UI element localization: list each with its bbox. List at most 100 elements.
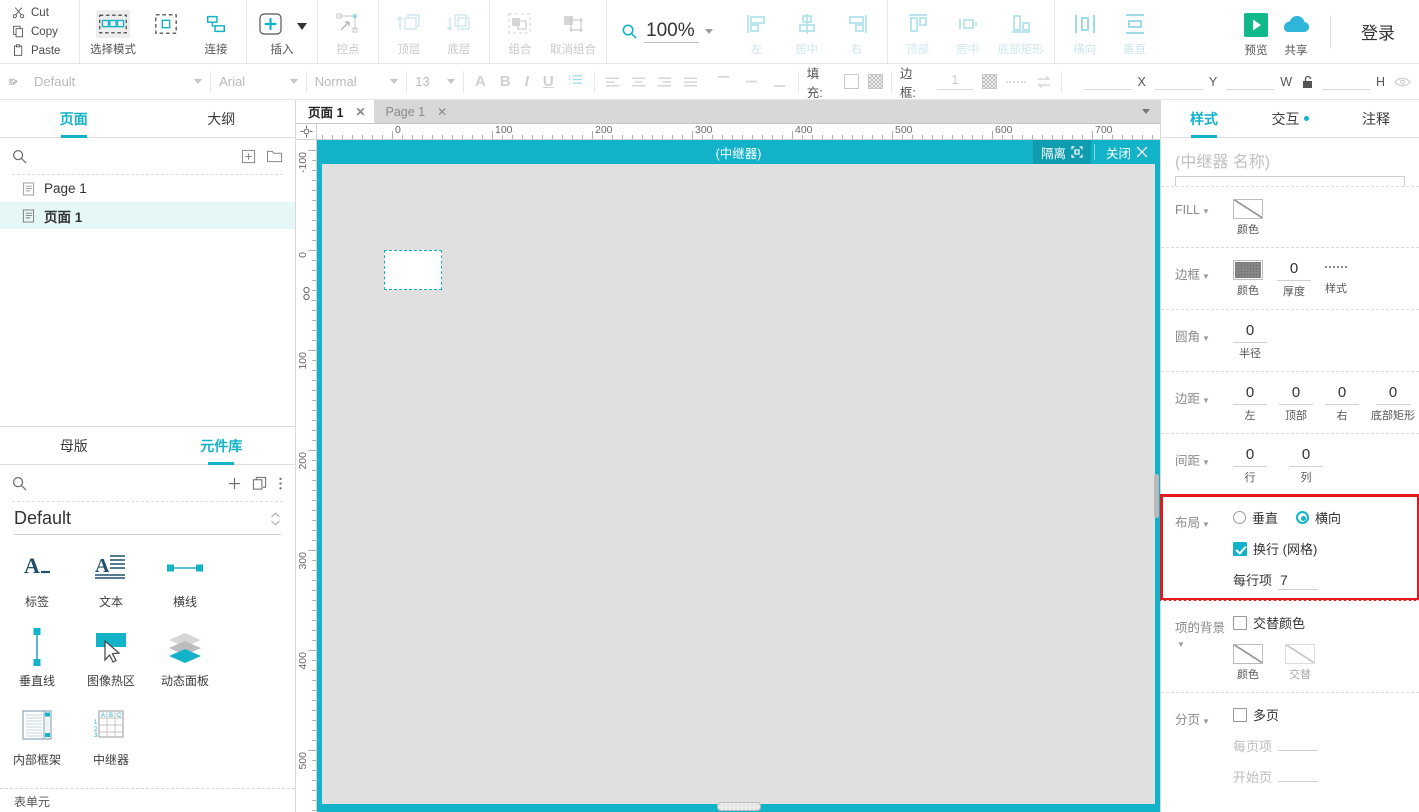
font-size-select[interactable]: 13 (407, 64, 463, 100)
widget-dynamic-panel[interactable]: 动态面板 (148, 624, 222, 689)
widget-name-input[interactable]: (中继器 名称) (1161, 138, 1419, 176)
item-bg-alt-field[interactable]: 交替 (1285, 644, 1315, 682)
cut-button[interactable]: Cut (12, 4, 79, 21)
prop-spacing-label[interactable]: 间距 ▼ (1175, 446, 1233, 469)
padding-right-value[interactable]: 0 (1325, 384, 1359, 405)
border-sides-icon[interactable] (1035, 75, 1053, 89)
font-weight-select[interactable]: Normal (307, 64, 407, 100)
repeater-item-rect[interactable] (384, 250, 442, 290)
zoom-control[interactable]: 100% (607, 20, 727, 43)
layout-per-row-field[interactable]: 每行项 7 (1233, 570, 1341, 590)
border-color-field[interactable]: 颜色 (1233, 260, 1263, 298)
prop-fill-label[interactable]: FILL ▼ (1175, 199, 1233, 217)
isolate-button[interactable]: 隔离 (1032, 140, 1091, 165)
add-page-icon[interactable] (241, 149, 256, 164)
search-icon[interactable] (12, 149, 27, 164)
padding-bottom-field[interactable]: 0 底部矩形 (1371, 384, 1415, 423)
layout-horizontal-radio[interactable]: 横向 (1296, 508, 1341, 527)
padding-top-value[interactable]: 0 (1279, 384, 1313, 405)
padding-left-field[interactable]: 0 左 (1233, 384, 1267, 423)
page-list-item-page1-cn[interactable]: 页面 1 (0, 202, 295, 229)
ruler-origin-button[interactable] (296, 124, 317, 139)
text-align-left-icon[interactable] (605, 76, 620, 88)
fill-color-swatch[interactable] (844, 74, 859, 89)
border-style-icon[interactable] (1325, 266, 1347, 278)
prop-padding-label[interactable]: 边距 ▼ (1175, 384, 1233, 407)
widget-hotspot[interactable]: 图像热区 (74, 624, 148, 689)
h-input[interactable] (1322, 73, 1370, 90)
close-repeater-button[interactable]: 关闭 (1098, 140, 1156, 165)
item-bg-color-swatch[interactable] (1233, 644, 1263, 664)
plus-icon[interactable] (227, 476, 242, 491)
border-style-icon[interactable] (1005, 80, 1026, 83)
login-button[interactable]: 登录 (1345, 19, 1411, 44)
paste-button[interactable]: Paste (12, 42, 79, 59)
valign-bottom-icon[interactable] (771, 75, 788, 88)
tab-style[interactable]: 样式 (1161, 100, 1247, 137)
more-vertical-icon[interactable] (278, 476, 283, 491)
close-icon[interactable]: ✕ (355, 105, 365, 119)
corner-radius-value[interactable]: 0 (1233, 322, 1267, 343)
canvas-tab-overflow[interactable] (1142, 100, 1160, 123)
alt-color-checkbox[interactable]: 交替颜色 (1233, 613, 1315, 632)
widget-vline[interactable]: 垂直线 (0, 624, 74, 689)
canvas-tab-page1-cn[interactable]: 页面 1 ✕ (296, 100, 374, 123)
canvas-tab-page1[interactable]: Page 1 ✕ (374, 100, 456, 123)
align-center-button[interactable]: 居中 (787, 4, 827, 57)
padding-top-field[interactable]: 0 顶部 (1279, 384, 1313, 423)
page-list-item-page1[interactable]: Page 1 (0, 175, 295, 202)
border-color-swatch[interactable] (1233, 260, 1263, 280)
tab-widget-library[interactable]: 元件库 (148, 427, 296, 464)
align-top-button[interactable]: 顶部 (898, 4, 938, 57)
start-page-field[interactable]: 开始页 (1233, 767, 1319, 786)
design-canvas[interactable]: (中继器) 隔离 关闭 (317, 140, 1160, 812)
border-color-swatch[interactable] (981, 74, 997, 89)
valign-top-icon[interactable] (715, 75, 732, 88)
prop-layout-label[interactable]: 布局 ▼ (1175, 508, 1233, 531)
spacing-row-value[interactable]: 0 (1233, 446, 1267, 467)
style-paint-icon[interactable] (0, 64, 26, 100)
align-left-button[interactable]: 左 (737, 4, 777, 57)
copy-button[interactable]: Copy (12, 23, 79, 40)
widget-hline[interactable]: 横线 (148, 545, 222, 610)
chevron-down-icon[interactable] (704, 29, 713, 34)
tab-notes[interactable]: 注释 (1333, 100, 1419, 137)
tab-masters[interactable]: 母版 (0, 427, 148, 464)
border-thickness-value[interactable]: 0 (1277, 260, 1311, 281)
repeater-inner-canvas[interactable] (322, 164, 1155, 804)
close-icon[interactable]: ✕ (437, 105, 447, 119)
start-page-value[interactable] (1278, 780, 1319, 782)
border-width-input[interactable]: 1 (937, 73, 973, 90)
eye-icon[interactable] (1394, 75, 1411, 89)
tab-interactions[interactable]: 交互 (1247, 100, 1333, 137)
italic-icon[interactable]: I (518, 73, 536, 90)
align-bottom-button[interactable]: 底部矩形 (998, 4, 1044, 57)
search-icon[interactable] (12, 476, 27, 491)
per-page-value[interactable] (1278, 749, 1319, 751)
group-button[interactable]: 组合 (500, 4, 540, 57)
new-folder-icon[interactable] (266, 149, 283, 164)
multipage-checkbox[interactable]: 多页 (1233, 705, 1318, 724)
widget-text[interactable]: A 文本 (74, 545, 148, 610)
connect-button[interactable]: 连接 (196, 4, 236, 57)
spacing-col-value[interactable]: 0 (1289, 446, 1323, 467)
distribute-horizontal-button[interactable]: 横向 (1065, 4, 1105, 57)
zoom-value[interactable]: 100% (644, 20, 699, 43)
bring-to-front-button[interactable]: 顶层 (389, 4, 429, 57)
select-mode-button[interactable]: 选择模式 (90, 4, 136, 57)
widget-inline-frame[interactable]: 内部框架 (0, 703, 74, 768)
connect-mode-button[interactable]: x (146, 4, 186, 53)
x-input[interactable] (1083, 73, 1132, 90)
horizontal-ruler[interactable]: 0 100 200 300 400 500 600 700 (296, 124, 1160, 140)
vertical-ruler[interactable]: -100 0 100 200 300 400 500 (296, 140, 317, 812)
unlock-icon[interactable] (1301, 75, 1314, 89)
canvas-scrollbar[interactable] (1154, 164, 1160, 812)
fill-gradient-swatch[interactable] (867, 74, 883, 89)
prop-paging-label[interactable]: 分页 ▼ (1175, 705, 1233, 728)
bullet-list-icon[interactable] (561, 73, 590, 90)
share-button[interactable]: 共享 (1276, 5, 1316, 58)
align-middle-button[interactable]: 居中 (948, 4, 988, 57)
layout-vertical-radio[interactable]: 垂直 (1233, 508, 1278, 527)
text-align-center-icon[interactable] (631, 76, 646, 88)
insert-dropdown-caret[interactable] (297, 22, 307, 30)
